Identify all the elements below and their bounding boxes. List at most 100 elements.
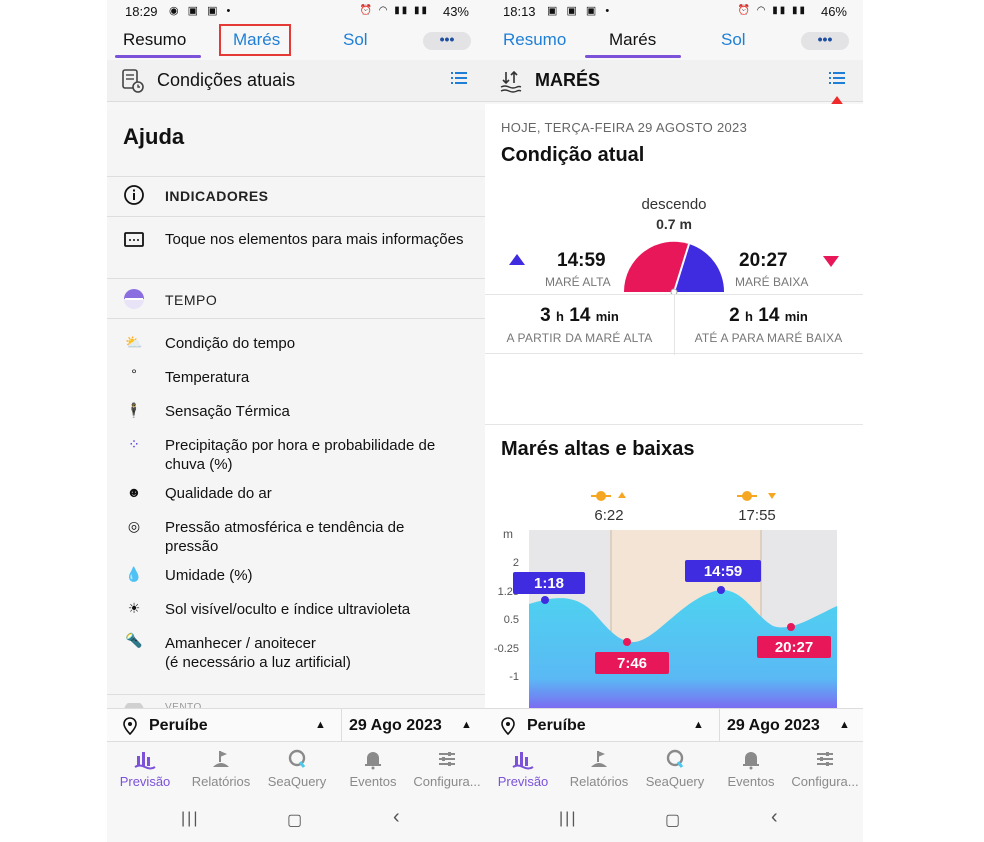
nav-configuracoes[interactable]: Configura... [787, 748, 863, 789]
nav-previsao[interactable]: Previsão [107, 748, 183, 789]
document-clock-icon [122, 69, 144, 93]
time-counters: 3 h 14 min A PARTIR DA MARÉ ALTA 2 h 14 … [485, 294, 863, 355]
signal-icons: ⏰ ◠ ▮▮ ▮▮ [359, 5, 429, 16]
forecast-icon [134, 752, 156, 770]
caret-up-icon[interactable]: ▲ [315, 719, 326, 731]
section-header: Condições atuais [107, 60, 485, 102]
home-button[interactable]: ▢ [665, 810, 680, 830]
divider [341, 709, 342, 743]
nav-relatorios[interactable]: Relatórios [561, 748, 637, 789]
trend-label: descendo [641, 196, 707, 213]
until-low-label: ATÉ A PARA MARÉ BAIXA [694, 331, 843, 345]
high-tide-time: 14:59 [557, 250, 606, 271]
help-item: Pressão atmosférica e tendência de press… [165, 519, 405, 555]
seaquery-icon [666, 749, 684, 768]
help-panel: Ajuda INDICADORES Toque nos elementos pa… [107, 110, 485, 738]
low-tide-triangle-icon [823, 256, 839, 267]
bottom-navigation: Previsão Relatórios SeaQuery Eventos Con… [485, 742, 863, 802]
until-low-counter: 2 h 14 min ATÉ A PARA MARÉ BAIXA [674, 295, 863, 355]
rain-icon: ⁘ [128, 436, 140, 452]
tab-resumo[interactable]: Resumo [123, 30, 186, 50]
location-date-bar: Peruíbe ▲ 29 Ago 2023 ▲ [485, 708, 863, 743]
nav-eventos[interactable]: Eventos [713, 748, 789, 789]
reports-icon [591, 751, 607, 767]
divider [107, 318, 485, 319]
help-item: Sol visível/oculto e índice ultravioleta [165, 601, 411, 618]
y-tick: 0.5 [504, 614, 519, 626]
nav-previsao[interactable]: Previsão [485, 748, 561, 789]
divider [107, 216, 485, 217]
person-icon: 🕴 [125, 402, 143, 418]
location-date-bar: Peruíbe ▲ 29 Ago 2023 ▲ [107, 708, 485, 743]
reports-icon [213, 751, 229, 767]
nav-eventos[interactable]: Eventos [335, 748, 411, 789]
nav-label: SeaQuery [645, 774, 705, 789]
caret-up-icon[interactable]: ▲ [839, 719, 850, 731]
nav-seaquery[interactable]: SeaQuery [637, 748, 713, 789]
tab-resumo[interactable]: Resumo [503, 30, 566, 50]
nav-label: Previsão [497, 774, 549, 789]
back-button[interactable]: ‹ [393, 806, 400, 829]
settings-sliders-icon [439, 752, 455, 766]
divider [107, 278, 485, 279]
location-pin-icon [501, 717, 515, 735]
flashlight-icon: 🔦 [125, 632, 143, 648]
recent-apps-button[interactable]: ||| [181, 810, 199, 828]
tab-sol[interactable]: Sol [343, 30, 368, 50]
high-tide-label: MARÉ ALTA [545, 275, 611, 289]
tab-mares[interactable]: Marés [609, 30, 656, 50]
y-tick: -1 [509, 671, 519, 683]
date-selector[interactable]: 29 Ago 2023 [349, 717, 442, 735]
y-tick: -0.25 [494, 643, 519, 655]
cloud-sun-icon: ⛅ [125, 334, 143, 350]
more-button[interactable]: ••• [423, 32, 471, 50]
right-phone-screen: 18:13 ▣ ▣ ▣ • ⏰ ◠ ▮▮ ▮▮ 46% Resumo Marés… [485, 0, 863, 842]
nav-label: Relatórios [191, 774, 251, 789]
sunset-time: 17:55 [738, 507, 776, 524]
highlight-box [219, 24, 291, 56]
date-line: HOJE, TERÇA-FEIRA 29 AGOSTO 2023 [501, 120, 748, 135]
minutes-unit: min [595, 309, 619, 324]
list-icon[interactable] [829, 71, 845, 85]
home-button[interactable]: ▢ [287, 810, 302, 830]
list-icon[interactable] [451, 71, 467, 85]
more-button[interactable]: ••• [801, 32, 849, 50]
recent-apps-button[interactable]: ||| [559, 810, 577, 828]
minutes-value: 14 [758, 305, 780, 326]
degree-icon: ° [131, 366, 137, 382]
signal-icons: ⏰ ◠ ▮▮ ▮▮ [737, 5, 807, 16]
nav-relatorios[interactable]: Relatórios [183, 748, 259, 789]
status-time: 18:13 [503, 4, 536, 19]
notification-icons: ◉ ▣ ▣ • [169, 5, 234, 17]
location-selector[interactable]: Peruíbe [527, 717, 586, 735]
hours-unit: h [745, 309, 753, 324]
location-selector[interactable]: Peruíbe [149, 717, 208, 735]
bottom-navigation: Previsão Relatórios SeaQuery Eventos Con… [107, 742, 485, 802]
back-button[interactable]: ‹ [771, 806, 778, 829]
air-quality-icon: ☻ [126, 484, 142, 500]
nav-seaquery[interactable]: SeaQuery [259, 748, 335, 789]
nav-label: Relatórios [569, 774, 629, 789]
tide-gauge [623, 241, 725, 294]
minutes-unit: min [784, 309, 808, 324]
help-item: Umidade (%) [165, 567, 253, 584]
status-time: 18:29 [125, 4, 158, 19]
sun-icon: ☀ [127, 600, 141, 616]
hours-value: 2 [729, 305, 740, 326]
help-item: Precipitação por hora e probabilidade de… [165, 437, 436, 473]
date-selector[interactable]: 29 Ago 2023 [727, 717, 820, 735]
active-tab-indicator [585, 55, 681, 58]
sunset-marker [737, 491, 776, 501]
caret-up-icon[interactable]: ▲ [693, 719, 704, 731]
bell-icon [365, 752, 381, 770]
tide-label: 20:27 [775, 639, 813, 656]
highs-lows-title: Marés altas e baixas [501, 438, 695, 460]
tab-sol[interactable]: Sol [721, 30, 746, 50]
caret-up-icon[interactable]: ▲ [461, 719, 472, 731]
header-title: Condições atuais [157, 70, 296, 90]
help-item: Temperatura [165, 369, 250, 386]
nav-configuracoes[interactable]: Configura... [409, 748, 485, 789]
divider [107, 176, 485, 177]
status-bar: 18:29 ◉ ▣ ▣ • ⏰ ◠ ▮▮ ▮▮ 43% [107, 0, 485, 24]
battery-level: 46% [820, 4, 847, 19]
